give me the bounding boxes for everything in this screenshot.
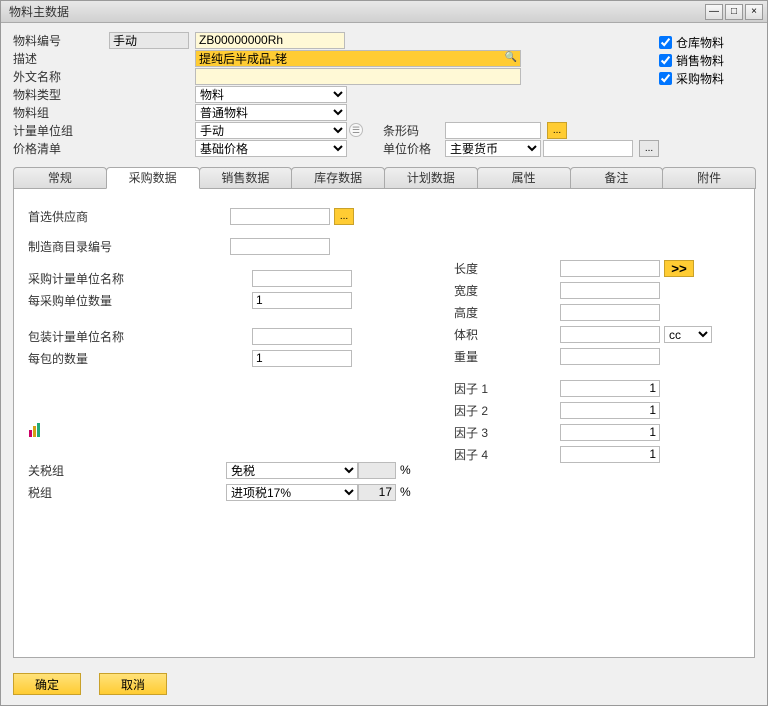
factor2-label: 因子 2 [454,402,524,419]
unit-price-currency[interactable]: 主要货币 [445,140,541,157]
qty-per-pack-label: 每包的数量 [28,350,158,367]
window-title: 物料主数据 [9,3,705,20]
maximize-button[interactable]: □ [725,4,743,20]
price-list-select[interactable]: 基础价格 [195,140,347,157]
inventory-label: 仓库物料 [676,34,724,51]
tab-content-purchase: 首选供应商 ... 制造商目录编号 采购计量单位名称 每采购单位数量 [13,188,755,658]
factor2-input[interactable] [560,402,660,419]
sales-checkbox[interactable] [659,54,672,67]
tab-inventory[interactable]: 库存数据 [291,167,385,189]
barcode-ellipsis-button[interactable]: ... [547,122,567,139]
customs-group-select[interactable]: 免税 [226,462,358,479]
purch-uom-input[interactable] [252,270,352,287]
foreign-name-label: 外文名称 [13,68,109,85]
desc-label: 描述 [13,50,109,67]
customs-pct-sign: % [400,463,411,477]
pref-vendor-label: 首选供应商 [28,208,158,225]
unit-price-input[interactable] [543,140,633,157]
width-label: 宽度 [454,282,524,299]
item-no-label: 物料编号 [13,32,109,49]
length-label: 长度 [454,260,524,277]
items-per-pu-label: 每采购单位数量 [28,292,158,309]
factor4-input[interactable] [560,446,660,463]
titlebar: 物料主数据 — □ × [1,1,767,23]
inventory-checkbox[interactable] [659,36,672,49]
purchase-checkbox[interactable] [659,72,672,85]
tab-remarks[interactable]: 备注 [570,167,664,189]
pack-uom-input[interactable] [252,328,352,345]
tax-pct-sign: % [400,485,411,499]
factors-section: 因子 1 因子 2 因子 3 因子 4 [454,379,660,467]
barcode-input[interactable] [445,122,541,139]
weight-label: 重量 [454,348,524,365]
tax-group-label: 税组 [28,484,98,501]
length-input[interactable] [560,260,660,277]
minimize-button[interactable]: — [705,4,723,20]
customs-group-label: 关税组 [28,462,98,479]
tab-attachments[interactable]: 附件 [662,167,756,189]
tab-strip: 常规 采购数据 销售数据 库存数据 计划数据 属性 备注 附件 [13,167,755,189]
tab-planning[interactable]: 计划数据 [384,167,478,189]
purchase-label: 采购物料 [676,70,724,87]
width-input[interactable] [560,282,660,299]
header-area: 物料编号 描述 🔍 外文名称 [1,23,767,658]
volume-input[interactable] [560,326,660,343]
tab-purchase[interactable]: 采购数据 [106,167,200,189]
item-group-label: 物料组 [13,104,109,121]
item-type-label: 物料类型 [13,86,109,103]
window-controls: — □ × [705,4,763,20]
customs-pct-input [358,462,396,479]
sales-label: 销售物料 [676,52,724,69]
factor1-input[interactable] [560,380,660,397]
factor1-label: 因子 1 [454,380,524,397]
mfr-catalog-input[interactable] [230,238,330,255]
desc-input[interactable] [195,50,521,67]
mfr-catalog-label: 制造商目录编号 [28,238,158,255]
item-no-mode[interactable] [109,32,189,49]
footer: 确定 取消 [13,673,167,695]
close-button[interactable]: × [745,4,763,20]
tax-pct-input [358,484,396,501]
uom-group-detail-icon[interactable]: ☰ [349,123,363,137]
qty-per-pack-input[interactable] [252,350,352,367]
barcode-label: 条形码 [383,122,445,139]
volume-label: 体积 [454,326,524,343]
expand-dims-button[interactable]: >> [664,260,694,277]
tab-sales[interactable]: 销售数据 [199,167,293,189]
unit-price-ellipsis-button[interactable]: ... [639,140,659,157]
cancel-button[interactable]: 取消 [99,673,167,695]
factor3-input[interactable] [560,424,660,441]
items-per-pu-input[interactable] [252,292,352,309]
ok-button[interactable]: 确定 [13,673,81,695]
tax-group-select[interactable]: 进项税17% [226,484,358,501]
item-type-select[interactable]: 物料 [195,86,347,103]
pack-uom-label: 包装计量单位名称 [28,328,158,345]
dimension-section: 长度 >> 宽度 高度 体积 [454,259,712,369]
uom-group-label: 计量单位组 [13,122,109,139]
unit-price-label: 单位价格 [383,140,445,157]
factor4-label: 因子 4 [454,446,524,463]
weight-input[interactable] [560,348,660,365]
window: 物料主数据 — □ × 物料编号 描述 🔍 [0,0,768,706]
item-group-select[interactable]: 普通物料 [195,104,347,121]
factor3-label: 因子 3 [454,424,524,441]
volume-unit-select[interactable]: cc [664,326,712,343]
uom-group-select[interactable]: 手动 [195,122,347,139]
height-input[interactable] [560,304,660,321]
pref-vendor-picker-button[interactable]: ... [334,208,354,225]
chart-icon[interactable] [28,422,44,438]
height-label: 高度 [454,304,524,321]
foreign-name-input[interactable] [195,68,521,85]
price-list-label: 价格清单 [13,140,109,157]
pref-vendor-input[interactable] [230,208,330,225]
purch-uom-label: 采购计量单位名称 [28,270,158,287]
tab-attributes[interactable]: 属性 [477,167,571,189]
tab-general[interactable]: 常规 [13,167,107,189]
item-no-input[interactable] [195,32,345,49]
